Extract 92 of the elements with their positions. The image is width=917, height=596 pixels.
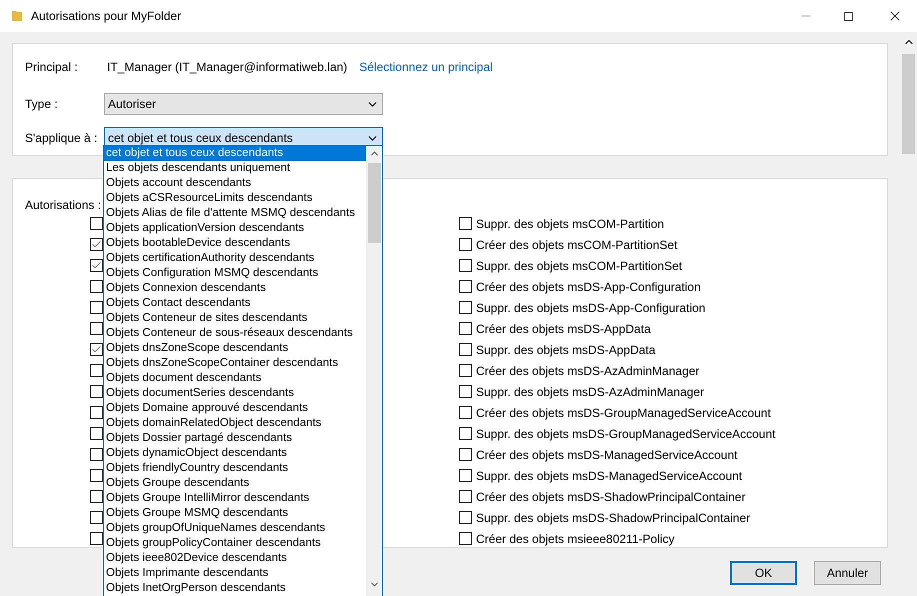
checkbox[interactable] [90,280,103,293]
permission-label: Créer des objets msDS-AppData [476,320,651,338]
checkbox[interactable] [459,406,472,419]
dropdown-option[interactable]: Objets Configuration MSMQ descendants [104,266,366,281]
checkbox[interactable] [90,238,103,251]
dropdown-option[interactable]: cet objet et tous ceux descendants [104,146,366,161]
dropdown-option[interactable]: Objets groupOfUniqueNames descendants [104,521,366,536]
dropdown-option[interactable]: Objets Domaine approuvé descendants [104,401,366,416]
dropdown-option[interactable]: Objets applicationVersion descendants [104,221,366,236]
dropdown-option[interactable]: Objets Conteneur de sous-réseaux descendants [104,326,366,341]
dialog-button[interactable]: Annuler [814,561,881,585]
checkbox[interactable] [90,448,103,461]
dialog-button[interactable]: OK [730,561,797,585]
checkbox[interactable] [459,427,472,440]
checkbox[interactable] [90,490,103,503]
principal-value: IT_Manager (IT_Manager@informatiweb.lan) [107,59,348,76]
permission-label: Créer des objets msDS-ManagedServiceAccount [476,446,738,464]
dropdown-option[interactable]: Objets groupPolicyContainer descendants [104,536,366,551]
checkbox[interactable] [459,301,472,314]
checkbox[interactable] [459,238,472,251]
checkbox[interactable] [459,511,472,524]
checkbox[interactable] [90,364,103,377]
dropdown-option[interactable]: Objets account descendants [104,176,366,191]
checkbox[interactable] [90,343,103,356]
dropdown-option[interactable]: Objets certificationAuthority descendants [104,251,366,266]
dropdown-option[interactable]: Objets Groupe descendants [104,476,366,491]
checkbox[interactable] [90,217,103,230]
dropdown-option[interactable]: Objets dnsZoneScope descendants [104,341,366,356]
scrollbar-thumb[interactable] [902,54,915,154]
checkbox[interactable] [459,280,472,293]
dropdown-option[interactable]: Objets document descendants [104,371,366,386]
dropdown-option[interactable]: Objets Contact descendants [104,296,366,311]
checkbox[interactable] [90,532,103,545]
dropdown-option[interactable]: Objets dnsZoneScopeContainer descendants [104,356,366,371]
dropdown-option[interactable]: Objets InetOrgPerson descendants [104,581,366,596]
checkbox[interactable] [459,259,472,272]
maximize-icon[interactable] [843,10,854,22]
permission-label: Créer des objets msCOM-PartitionSet [476,236,678,254]
checkbox[interactable] [459,364,472,377]
type-label: Type : [25,96,59,113]
permission-label: Créer des objets msDS-AzAdminManager [476,362,700,380]
applies-to-label: S'applique à : [25,130,98,147]
dropdown-option[interactable]: Objets friendlyCountry descendants [104,461,366,476]
checkbox[interactable] [459,385,472,398]
checkbox[interactable] [459,448,472,461]
permission-label: Créer des objets msDS-App-Configuration [476,278,701,296]
checkbox[interactable] [459,343,472,356]
permission-label: Suppr. des objets msCOM-PartitionSet [476,258,682,274]
permission-label: Suppr. des objets msDS-ShadowPrincipalContainer [476,510,750,526]
window-title: Autorisations pour MyFolder [31,8,182,25]
dropdown-option[interactable]: Objets domainRelatedObject descendants [104,416,366,431]
dropdown-option[interactable]: Objets documentSeries descendants [104,386,366,401]
checkbox[interactable] [90,322,103,335]
permission-label: Suppr. des objets msDS-AppData [476,342,656,358]
checkbox[interactable] [90,301,103,314]
checkbox[interactable] [459,322,472,335]
dropdown-option[interactable]: Objets ieee802Device descendants [104,551,366,566]
dropdown-option[interactable]: Objets Conteneur de sites descendants [104,311,366,326]
permission-label: Suppr. des objets msCOM-Partition [476,216,664,232]
permission-label: Suppr. des objets msDS-GroupManagedServiceAccount [476,426,776,442]
dropdown-option[interactable]: Objets Connexion descendants [104,281,366,296]
folder-icon [12,10,22,22]
permission-label: Suppr. des objets msDS-App-Configuration [476,300,706,316]
dropdown-option[interactable]: Objets dynamicObject descendants [104,446,366,461]
permission-label: Suppr. des objets msDS-ManagedServiceAccount [476,468,742,484]
type-dropdown[interactable]: Autoriser [104,93,383,115]
permission-label: Créer des objets msieee80211-Policy [476,530,675,548]
checkbox[interactable] [459,217,472,230]
dropdown-option[interactable]: Objets Alias de file d'attente MSMQ descendants [104,206,366,221]
checkbox[interactable] [90,385,103,398]
permission-label: Suppr. des objets msDS-AzAdminManager [476,384,704,400]
scrollbar-thumb[interactable] [368,163,380,243]
checkbox[interactable] [90,406,103,419]
checkbox[interactable] [90,427,103,440]
dropdown-option[interactable]: Objets aCSResourceLimits descendants [104,191,366,206]
checkbox[interactable] [459,490,472,503]
select-principal-link[interactable]: Sélectionnez un principal [359,58,493,76]
dropdown-option[interactable]: Objets Groupe IntelliMirror descendants [104,491,366,506]
checkbox[interactable] [90,511,103,524]
permission-label: Créer des objets msDS-ShadowPrincipalContainer [476,488,746,506]
dropdown-option[interactable]: Objets Dossier partagé descendants [104,431,366,446]
dropdown-option[interactable]: Objets Groupe MSMQ descendants [104,506,366,521]
dropdown-option[interactable]: Les objets descendants uniquement [104,161,366,176]
checkbox[interactable] [459,532,472,545]
principal-label: Principal : [25,59,79,76]
permission-label: Créer des objets msDS-GroupManagedServiceAccount [476,404,771,422]
permissions-label: Autorisations : [25,197,102,210]
dropdown-option[interactable]: Objets bootableDevice descendants [104,236,366,251]
checkbox[interactable] [90,469,103,482]
checkbox[interactable] [90,259,103,272]
dropdown-option[interactable]: Objets Imprimante descendants [104,566,366,581]
checkbox[interactable] [459,469,472,482]
